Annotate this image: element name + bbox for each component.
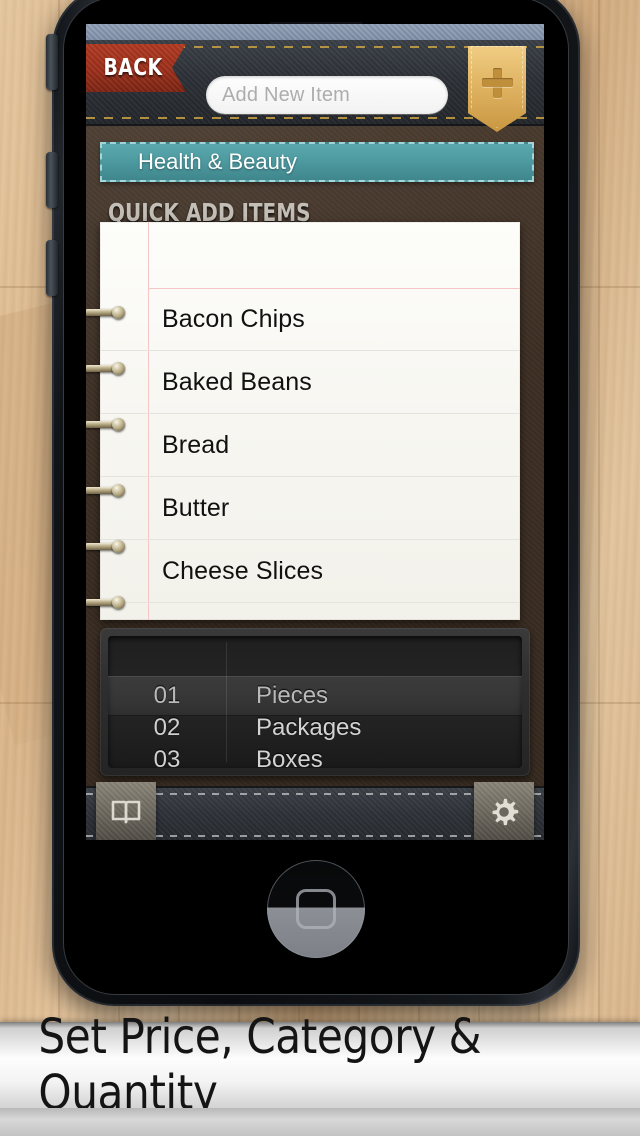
quick-add-item-label: Bacon Chips [162, 304, 305, 333]
top-navigation-bar: BACK Add New Item [86, 40, 544, 132]
picker-row[interactable]: 03 Boxes [108, 744, 522, 768]
picker-unit-label: Packages [256, 714, 362, 741]
quick-add-item-label: Baked Beans [162, 367, 312, 396]
picker-number: 02 [153, 714, 181, 741]
bottom-strip [0, 1108, 640, 1136]
picker-well: 01 Pieces 02 Packages 03 Boxes [108, 636, 522, 768]
quick-add-notepad: Bacon Chips Baked Beans Bread Butter Cheese … [100, 222, 520, 620]
add-new-item-placeholder: Add New Item [222, 83, 351, 106]
picker-unit-label: Boxes [256, 746, 323, 768]
quick-add-item-label: Bread [162, 430, 230, 459]
plus-icon-bar [482, 78, 513, 87]
quick-add-item-label: Butter [162, 493, 230, 522]
add-item-bookmark-button[interactable] [468, 46, 526, 132]
bottom-toolbar [86, 782, 544, 840]
category-label: Health & Beauty [138, 149, 297, 174]
quick-add-item-label: Cheese Slices [162, 556, 324, 585]
phone-volume-up-button[interactable] [46, 152, 58, 208]
phone-silent-switch[interactable] [46, 34, 58, 90]
home-square-icon [296, 889, 336, 929]
picker-number: 01 [153, 682, 181, 709]
back-button-label: BACK [103, 55, 163, 81]
picker-number: 03 [153, 746, 181, 768]
app-screen: BACK Add New Item Health & Beauty QUICK … [86, 24, 544, 840]
picker-unit-label: Pieces [256, 682, 329, 709]
back-button[interactable]: BACK [86, 44, 186, 92]
caption-banner: Set Price, Category & Quantity [0, 1009, 640, 1121]
quick-add-item-row[interactable]: Baked Beans [100, 351, 520, 414]
category-bar[interactable]: Health & Beauty [100, 142, 534, 182]
add-new-item-input[interactable]: Add New Item [206, 76, 448, 114]
phone-volume-down-button[interactable] [46, 240, 58, 296]
caption-text: Set Price, Category & Quantity [38, 1009, 482, 1121]
quick-add-item-row[interactable]: Bread [100, 414, 520, 477]
picker-row[interactable]: 02 Packages [108, 712, 522, 744]
settings-tab-button[interactable] [474, 782, 534, 840]
quick-add-item-row[interactable]: Cheese Slices [100, 540, 520, 603]
status-bar [86, 24, 544, 40]
lists-tab-button[interactable] [96, 782, 156, 840]
quick-add-item-row[interactable]: Butter [100, 477, 520, 540]
phone-home-button[interactable] [267, 860, 365, 958]
quantity-unit-picker[interactable]: 01 Pieces 02 Packages 03 Boxes [100, 628, 530, 776]
book-icon [111, 799, 141, 825]
picker-row[interactable]: 01 Pieces [108, 680, 522, 712]
quick-add-item-row[interactable]: Bacon Chips [100, 288, 520, 351]
quick-add-item-list: Bacon Chips Baked Beans Bread Butter Cheese … [100, 288, 520, 603]
gear-icon [489, 797, 519, 827]
